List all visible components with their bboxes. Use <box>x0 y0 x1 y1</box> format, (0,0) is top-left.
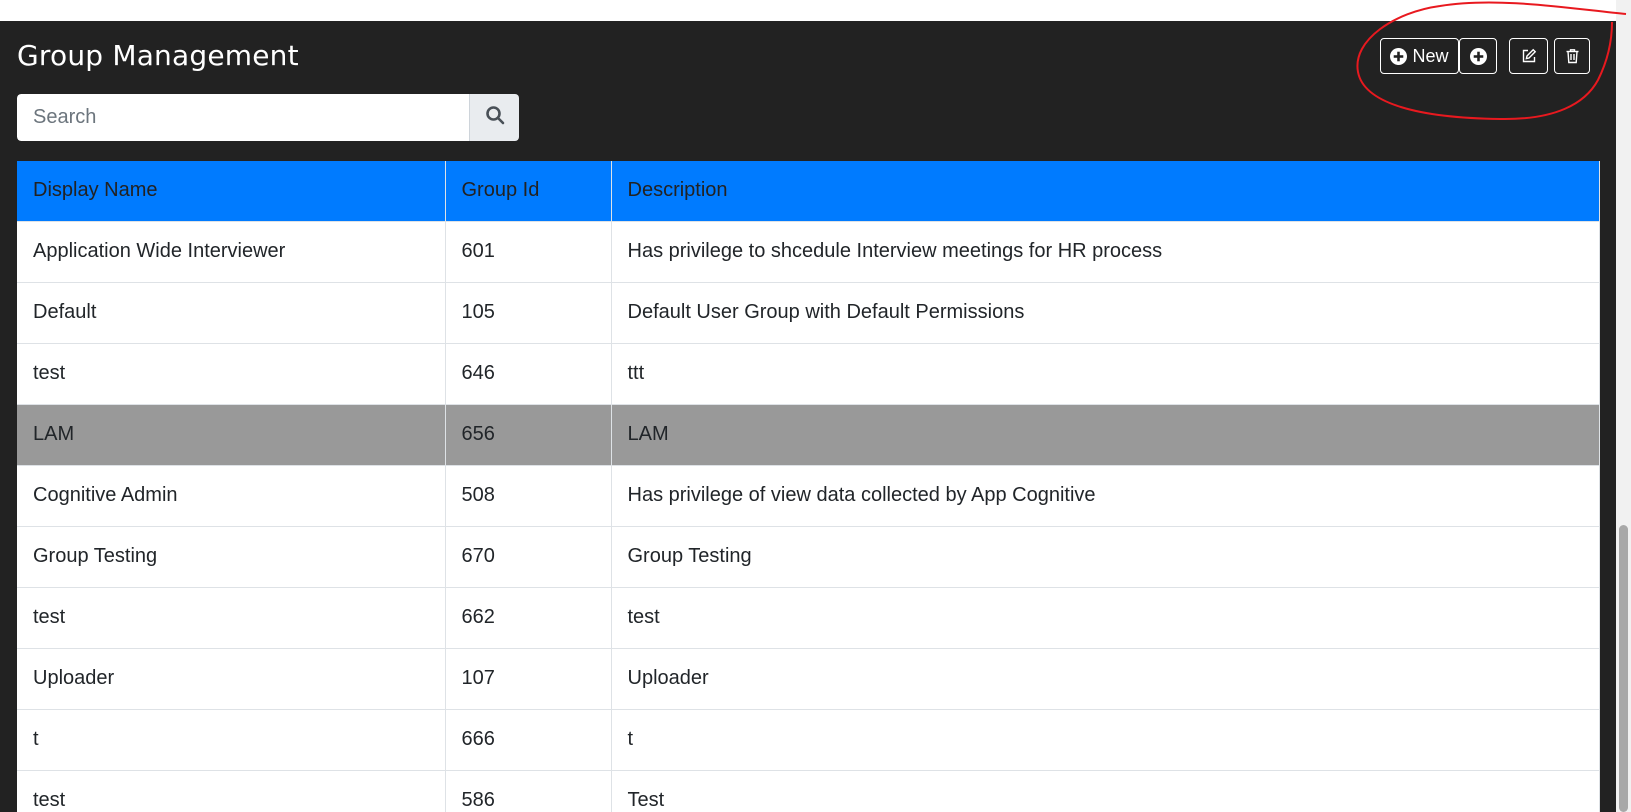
cell-display-name: LAM <box>17 403 446 465</box>
cell-display-name: test <box>17 769 446 812</box>
table-row[interactable]: Cognitive Admin 508 Has privilege of view … <box>17 464 1600 526</box>
search-icon <box>485 105 505 130</box>
plus-circle-icon <box>1390 47 1408 65</box>
cell-description: Test <box>611 769 1600 812</box>
table-row[interactable]: test 662 test <box>17 586 1600 648</box>
plus-circle-icon <box>1469 47 1487 65</box>
trash-icon <box>1565 48 1580 64</box>
table-row[interactable]: Application Wide Interviewer 601 Has privi… <box>17 220 1600 282</box>
table-header-row: Display Name Group Id Description <box>17 161 1600 221</box>
cell-description: t <box>611 708 1600 770</box>
page: Group Management New Search Display Name… <box>0 0 1631 812</box>
table-row[interactable]: Uploader 107 Uploader <box>17 647 1600 709</box>
table-row[interactable]: test 586 Test <box>17 769 1600 812</box>
edit-button[interactable] <box>1509 38 1548 74</box>
cell-description: LAM <box>611 403 1600 465</box>
table-row[interactable]: t 666 t <box>17 708 1600 770</box>
table-body: Application Wide Interviewer 601 Has privi… <box>17 220 1600 812</box>
cell-description: Has privilege of view data collected by … <box>611 464 1600 526</box>
cell-group-id: 508 <box>445 464 612 526</box>
cell-group-id: 662 <box>445 586 612 648</box>
groups-table-container: Display Name Group Id Description Applic… <box>17 161 1600 812</box>
new-group-button[interactable]: New <box>1380 38 1459 74</box>
cell-display-name: Uploader <box>17 647 446 709</box>
cell-display-name: Cognitive Admin <box>17 464 446 526</box>
cell-display-name: Application Wide Interviewer <box>17 220 446 282</box>
cell-description: Uploader <box>611 647 1600 709</box>
cell-description: ttt <box>611 342 1600 404</box>
cell-display-name: t <box>17 708 446 770</box>
search-bar <box>17 94 519 141</box>
search-input[interactable] <box>17 94 469 141</box>
page-scrollbar[interactable] <box>1616 0 1631 812</box>
table-row[interactable]: LAM 656 LAM <box>17 403 1600 465</box>
cell-group-id: 656 <box>445 403 612 465</box>
page-title: Group Management <box>17 39 299 72</box>
column-header-description[interactable]: Description <box>611 161 1600 221</box>
column-header-display-name[interactable]: Display Name <box>17 161 446 221</box>
cell-description: test <box>611 586 1600 648</box>
cell-description: Group Testing <box>611 525 1600 587</box>
cell-display-name: test <box>17 586 446 648</box>
search-button[interactable] <box>469 94 519 141</box>
add-button[interactable] <box>1459 38 1497 74</box>
cell-description: Default User Group with Default Permissi… <box>611 281 1600 343</box>
cell-group-id: 601 <box>445 220 612 282</box>
delete-button[interactable] <box>1554 38 1590 74</box>
new-button-label: New <box>1412 45 1449 66</box>
cell-group-id: 107 <box>445 647 612 709</box>
cell-description: Has privilege to shcedule Interview meet… <box>611 220 1600 282</box>
table-row[interactable]: Group Testing 670 Group Testing <box>17 525 1600 587</box>
cell-group-id: 105 <box>445 281 612 343</box>
cell-display-name: test <box>17 342 446 404</box>
cell-display-name: Group Testing <box>17 525 446 587</box>
cell-group-id: 646 <box>445 342 612 404</box>
group-management-panel: Group Management New Search Display Name… <box>0 21 1616 812</box>
cell-group-id: 586 <box>445 769 612 812</box>
column-header-group-id[interactable]: Group Id <box>445 161 612 221</box>
table-row[interactable]: test 646 ttt <box>17 342 1600 404</box>
cell-display-name: Default <box>17 281 446 343</box>
edit-icon <box>1521 48 1537 64</box>
scrollbar-thumb[interactable] <box>1619 525 1628 812</box>
cell-group-id: 670 <box>445 525 612 587</box>
table-row[interactable]: Default 105 Default User Group with Defaul… <box>17 281 1600 343</box>
cell-group-id: 666 <box>445 708 612 770</box>
groups-table: Display Name Group Id Description Applic… <box>17 161 1600 812</box>
top-strip <box>0 0 1631 21</box>
